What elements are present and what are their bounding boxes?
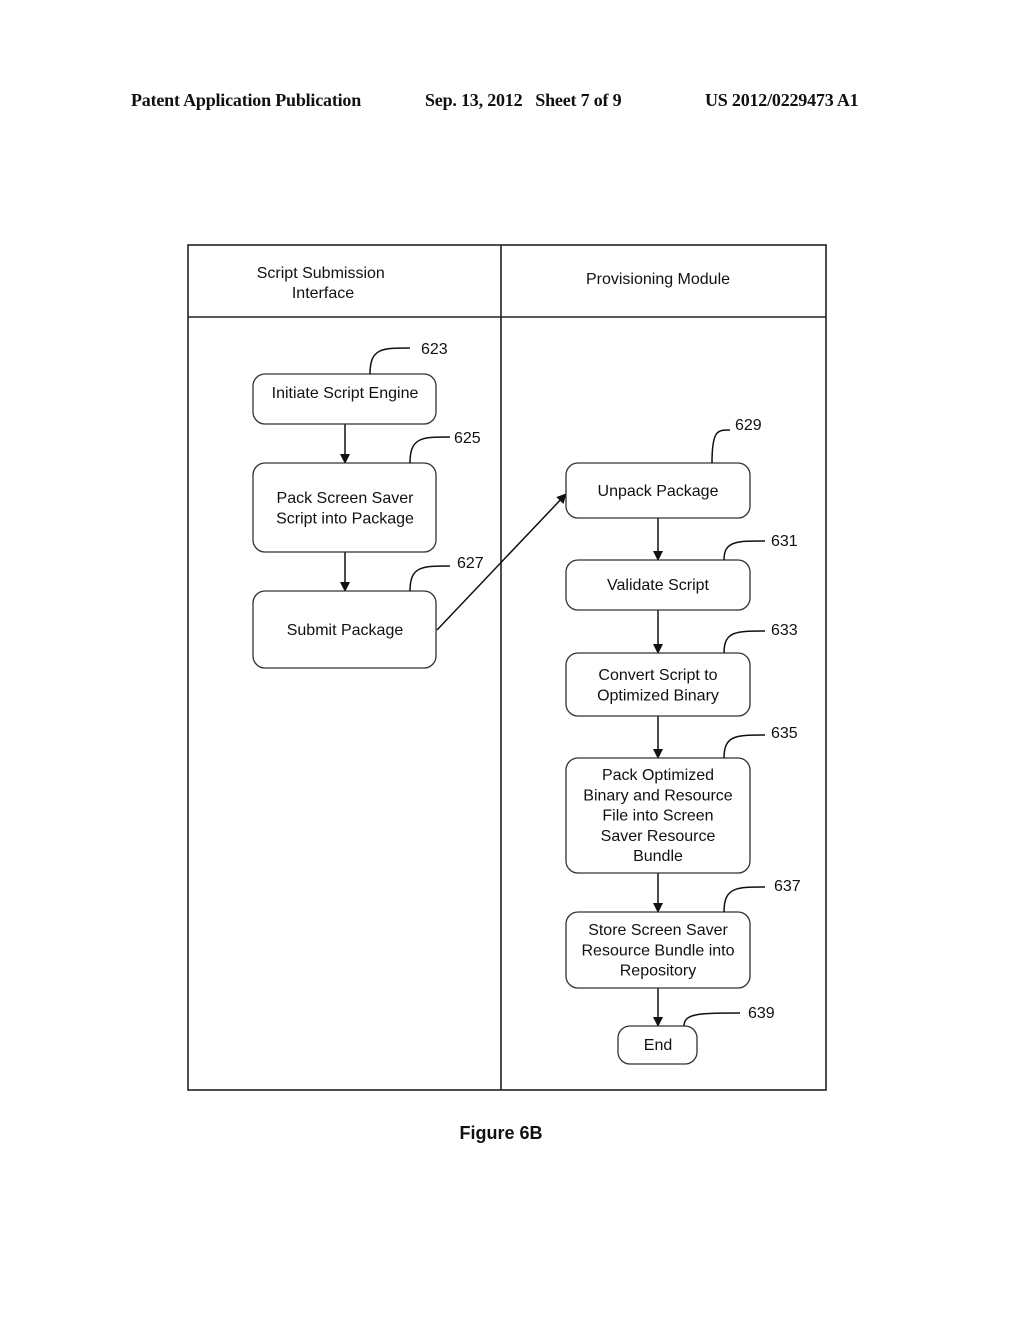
- lane-title-provisioning-module: Provisioning Module: [586, 271, 730, 288]
- reference-number: 623: [421, 341, 448, 358]
- reference-number: 635: [771, 725, 798, 742]
- reference-number: 637: [774, 878, 801, 895]
- reference-leader: [723, 886, 766, 913]
- reference-number: 625: [454, 430, 481, 447]
- step-623: Initiate Script Engine 623: [252, 341, 448, 425]
- reference-number: 631: [771, 533, 798, 550]
- step-629: Unpack Package 629: [565, 417, 762, 519]
- step-627: Submit Package 627: [252, 555, 484, 669]
- step-631: Validate Script 631: [565, 533, 798, 611]
- step-label: Unpack Package: [598, 483, 719, 500]
- step-639: End 639: [617, 1005, 775, 1065]
- reference-number: 629: [735, 417, 762, 434]
- reference-leader: [409, 436, 451, 464]
- step-label: Initiate Script Engine: [272, 385, 419, 402]
- reference-leader: [683, 1012, 741, 1027]
- reference-leader: [409, 565, 451, 592]
- reference-number: 633: [771, 622, 798, 639]
- step-635: Pack Optimized Binary and Resource File in…: [565, 725, 798, 874]
- reference-leader: [723, 540, 766, 561]
- reference-number: 639: [748, 1005, 775, 1022]
- step-box: [565, 652, 751, 717]
- step-label: End: [644, 1037, 672, 1054]
- reference-leader: [369, 347, 411, 375]
- flowchart: Script Submission Interface Provisioning…: [187, 244, 827, 1143]
- step-box: [252, 462, 437, 553]
- step-637: Store Screen Saver Resource Bundle into Re…: [565, 878, 801, 989]
- step-625: Pack Screen Saver Script into Package625: [252, 430, 481, 553]
- reference-leader: [723, 630, 766, 654]
- step-label: Validate Script: [607, 577, 710, 594]
- reference-number: 627: [457, 555, 484, 572]
- figure-caption: Figure 6B: [459, 1123, 542, 1143]
- step-633: Convert Script to Optimized Binary633: [565, 622, 798, 717]
- step-label: Submit Package: [287, 622, 404, 639]
- reference-leader: [711, 429, 731, 464]
- reference-leader: [723, 734, 766, 759]
- lane-title-script-submission: Script Submission Interface: [257, 265, 390, 302]
